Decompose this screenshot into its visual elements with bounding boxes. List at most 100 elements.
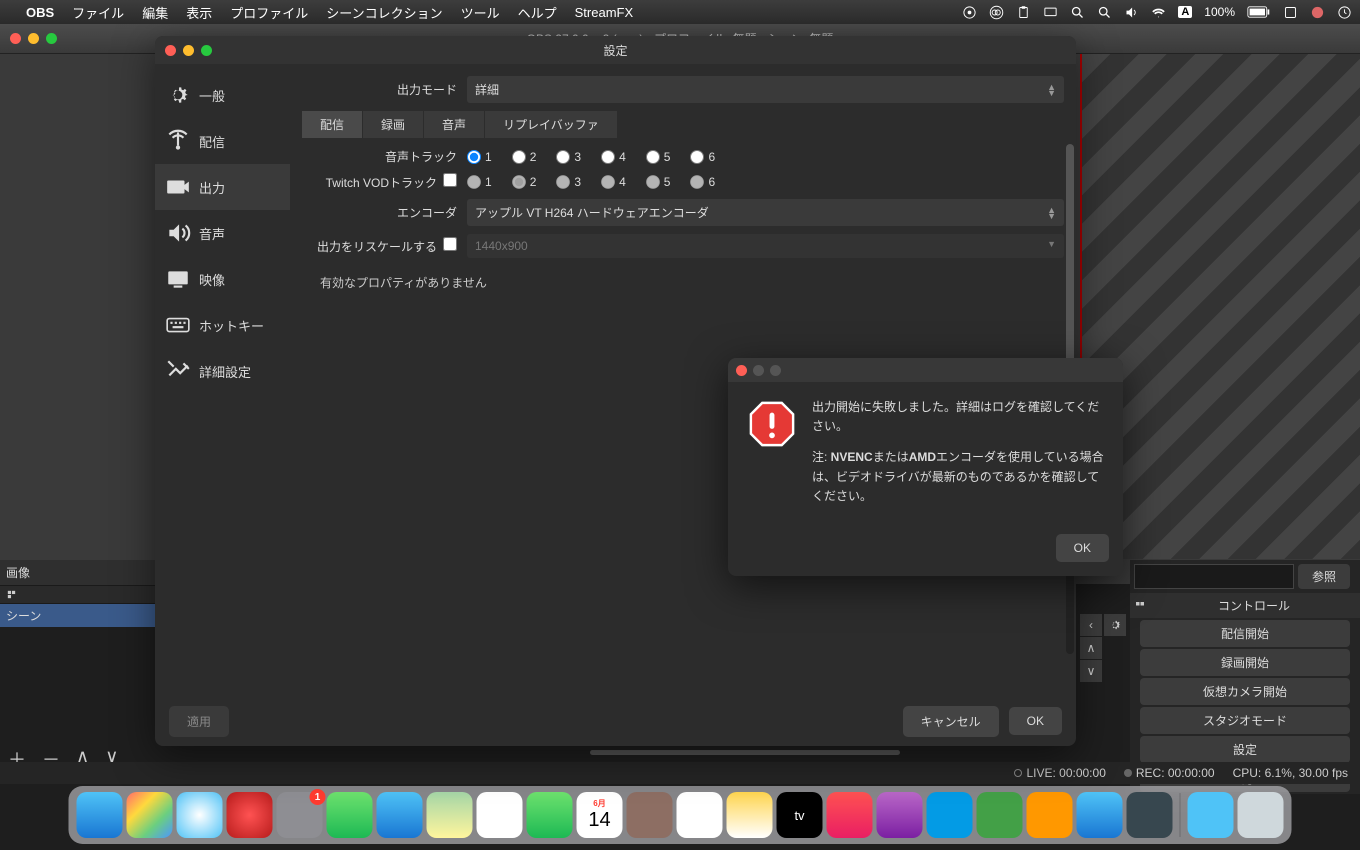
start-stream-button[interactable]: 配信開始 [1140,620,1350,647]
vod-4: 4 [601,175,626,189]
menu-view[interactable]: 表示 [186,3,212,22]
status-live: LIVE: 00:00:00 [1014,766,1105,780]
rescale-checkbox[interactable] [443,237,457,251]
dock-finder[interactable] [77,792,123,838]
obs-tray-icon[interactable] [962,5,977,20]
sidebar-item-stream[interactable]: 配信 [155,118,290,164]
controls-header: コントロール [1130,593,1360,618]
dock-trash[interactable] [1238,792,1284,838]
dock-settings[interactable]: 1 [277,792,323,838]
settings-title: 設定 [603,42,627,59]
input-source[interactable]: A [1178,6,1192,18]
settings-button[interactable]: 設定 [1140,736,1350,763]
alert-close-icon[interactable] [736,365,747,376]
track-2[interactable]: 2 [512,150,537,164]
screen-icon[interactable] [1043,5,1058,20]
apply-button[interactable]: 適用 [169,706,229,737]
dock-launchpad[interactable] [127,792,173,838]
audio-track-group: 1 2 3 4 5 6 [467,150,715,164]
dock-contacts[interactable] [627,792,673,838]
browse-button[interactable]: 参照 [1298,564,1350,589]
vod-track-group: 1 2 3 4 5 6 [467,175,715,189]
path-input[interactable] [1134,564,1294,589]
scene-item[interactable]: シーン [0,603,155,627]
dock-tv[interactable]: tv [777,792,823,838]
cancel-button[interactable]: キャンセル [903,706,999,737]
track-1[interactable]: 1 [467,150,492,164]
volume-icon[interactable] [1124,5,1139,20]
dock-maps[interactable] [427,792,473,838]
vod-enable-checkbox[interactable] [443,173,457,187]
search-icon[interactable] [1097,5,1112,20]
tab-record[interactable]: 録画 [363,111,424,138]
dock-mail[interactable] [377,792,423,838]
spotlight-icon[interactable] [1070,5,1085,20]
close-icon[interactable] [165,45,176,56]
gear-icon[interactable] [1104,614,1126,636]
menu-streamfx[interactable]: StreamFX [575,5,634,20]
nav-up-icon[interactable]: ∧ [1080,637,1102,659]
dock-podcasts[interactable] [877,792,923,838]
track-6[interactable]: 6 [690,150,715,164]
track-3[interactable]: 3 [556,150,581,164]
dock-messages[interactable] [327,792,373,838]
tab-stream[interactable]: 配信 [302,111,363,138]
ok-button[interactable]: OK [1009,707,1062,735]
settings-titlebar[interactable]: 設定 [155,36,1076,64]
virtual-cam-button[interactable]: 仮想カメラ開始 [1140,678,1350,705]
menu-tools[interactable]: ツール [461,3,500,22]
dock-opera[interactable] [227,792,273,838]
sidebar-item-video[interactable]: 映像 [155,256,290,302]
sidebar-item-audio[interactable]: 音声 [155,210,290,256]
dock-safari[interactable] [177,792,223,838]
cc-tray-icon[interactable] [989,5,1004,20]
menu-file[interactable]: ファイル [72,3,124,22]
sidebar-item-general[interactable]: 一般 [155,72,290,118]
dock-reminders[interactable] [677,792,723,838]
zoom-icon[interactable] [201,45,212,56]
settings-sidebar: 一般 配信 出力 音声 映像 ホットキー 詳細設定 [155,64,290,694]
menu-scene-collection[interactable]: シーンコレクション [326,3,442,22]
alert-ok-button[interactable]: OK [1056,534,1109,562]
app-name[interactable]: OBS [26,5,54,20]
tray-icon-1[interactable] [1283,5,1298,20]
dock-calendar[interactable]: 6月14 [577,792,623,838]
nav-left-icon[interactable]: ‹ [1080,614,1102,636]
menu-help[interactable]: ヘルプ [518,3,557,22]
dock-photos[interactable] [477,792,523,838]
audio-slider[interactable] [590,750,900,755]
tab-replay[interactable]: リプレイバッファ [485,111,618,138]
alert-titlebar[interactable] [728,358,1123,382]
status-cpu: CPU: 6.1%, 30.00 fps [1233,766,1348,780]
start-record-button[interactable]: 録画開始 [1140,649,1350,676]
tray-icon-2[interactable] [1310,5,1325,20]
wifi-icon[interactable] [1151,5,1166,20]
menu-profile[interactable]: プロファイル [230,3,308,22]
studio-mode-button[interactable]: スタジオモード [1140,707,1350,734]
sidebar-item-advanced[interactable]: 詳細設定 [155,348,290,394]
track-4[interactable]: 4 [601,150,626,164]
battery-icon[interactable] [1247,6,1271,18]
sidebar-item-hotkeys[interactable]: ホットキー [155,302,290,348]
menu-edit[interactable]: 編集 [142,3,168,22]
dock-appstore[interactable] [1077,792,1123,838]
clock-icon[interactable] [1337,5,1352,20]
track-5[interactable]: 5 [646,150,671,164]
scene-pop[interactable] [0,585,155,603]
nav-down-icon[interactable]: ∨ [1080,660,1102,682]
dock-keynote[interactable] [927,792,973,838]
traffic-lights[interactable] [10,33,57,44]
output-mode-select[interactable]: 詳細▲▼ [467,76,1064,103]
minimize-icon[interactable] [183,45,194,56]
encoder-select[interactable]: アップル VT H264 ハードウェアエンコーダ▲▼ [467,199,1064,226]
clipboard-icon[interactable] [1016,5,1031,20]
dock-facetime[interactable] [527,792,573,838]
dock-notes[interactable] [727,792,773,838]
dock-numbers[interactable] [977,792,1023,838]
dock-music[interactable] [827,792,873,838]
sidebar-item-output[interactable]: 出力 [155,164,290,210]
tab-audio[interactable]: 音声 [424,111,485,138]
dock-obs[interactable] [1127,792,1173,838]
dock-downloads[interactable] [1188,792,1234,838]
dock-pages[interactable] [1027,792,1073,838]
